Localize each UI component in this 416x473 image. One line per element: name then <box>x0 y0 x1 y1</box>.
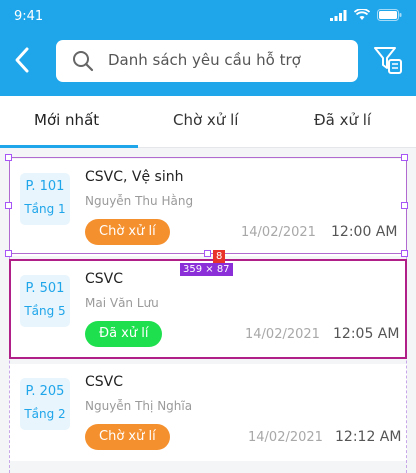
request-list: P. 101 Tầng 1 CSVC, Vệ sinh Nguyễn Thu H… <box>0 148 416 473</box>
app-header: 9:41 Danh sách yêu cầu hỗ trợ <box>0 0 416 96</box>
request-card[interactable]: P. 101 Tầng 1 CSVC, Vệ sinh Nguyễn Thu H… <box>9 159 407 256</box>
request-time: 12:05 AM <box>333 326 400 342</box>
request-time: 12:12 AM <box>335 429 402 445</box>
room-number: P. 205 <box>25 384 65 399</box>
resize-handle[interactable] <box>204 250 211 257</box>
request-title: CSVC <box>85 374 124 390</box>
wifi-icon <box>354 9 370 20</box>
request-date: 14/02/2021 <box>248 430 323 445</box>
resize-handle[interactable] <box>5 250 12 257</box>
requester-name: Nguyễn Thu Hằng <box>85 194 194 208</box>
filter-icon <box>374 47 402 74</box>
search-placeholder: Danh sách yêu cầu hỗ trợ <box>108 51 301 69</box>
room-floor: Tầng 2 <box>24 407 66 421</box>
chevron-left-icon <box>15 47 29 73</box>
search-input[interactable]: Danh sách yêu cầu hỗ trợ <box>56 40 358 82</box>
element-size-tag: 359 × 87 <box>180 263 233 276</box>
search-icon <box>73 51 94 72</box>
room-number: P. 101 <box>25 179 65 194</box>
room-number: P. 501 <box>25 281 65 296</box>
tab-bar: Mới nhất Chờ xử lí Đã xử lí <box>0 96 416 148</box>
status-badge: Chờ xử lí <box>85 219 170 245</box>
room-floor: Tầng 5 <box>24 304 66 318</box>
status-badge: Đã xử lí <box>85 321 163 347</box>
requester-name: Nguyễn Thị Nghĩa <box>85 399 193 413</box>
resize-handle[interactable] <box>5 202 12 209</box>
tab-processed[interactable]: Đã xử lí <box>314 111 371 129</box>
room-box: P. 101 Tầng 1 <box>20 173 70 225</box>
guide-line-right <box>406 256 407 473</box>
request-time: 12:00 AM <box>331 224 398 240</box>
request-date: 14/02/2021 <box>245 327 320 342</box>
tab-pending[interactable]: Chờ xử lí <box>173 111 238 129</box>
resize-handle[interactable] <box>401 250 408 257</box>
status-time: 9:41 <box>14 9 44 24</box>
status-badge: Chờ xử lí <box>85 424 170 450</box>
requester-name: Mai Văn Lưu <box>85 296 159 310</box>
room-floor: Tầng 1 <box>24 202 66 216</box>
filter-button[interactable] <box>372 44 404 76</box>
resize-handle[interactable] <box>401 154 408 161</box>
request-card[interactable]: P. 205 Tầng 2 CSVC Nguyễn Thị Nghĩa Chờ … <box>9 364 407 461</box>
room-box: P. 501 Tầng 5 <box>20 275 70 327</box>
resize-handle[interactable] <box>401 202 408 209</box>
request-title: CSVC <box>85 271 124 287</box>
status-icons <box>330 9 402 21</box>
request-title: CSVC, Vệ sinh <box>85 169 184 185</box>
resize-handle[interactable] <box>5 154 12 161</box>
element-index-tag: 8 <box>213 250 226 263</box>
guide-line-left <box>9 256 10 473</box>
room-box: P. 205 Tầng 2 <box>20 378 70 430</box>
back-button[interactable] <box>10 45 36 75</box>
signal-icon <box>330 9 347 21</box>
tab-newest[interactable]: Mới nhất <box>34 111 99 129</box>
battery-icon <box>377 9 402 21</box>
request-date: 14/02/2021 <box>241 225 316 240</box>
